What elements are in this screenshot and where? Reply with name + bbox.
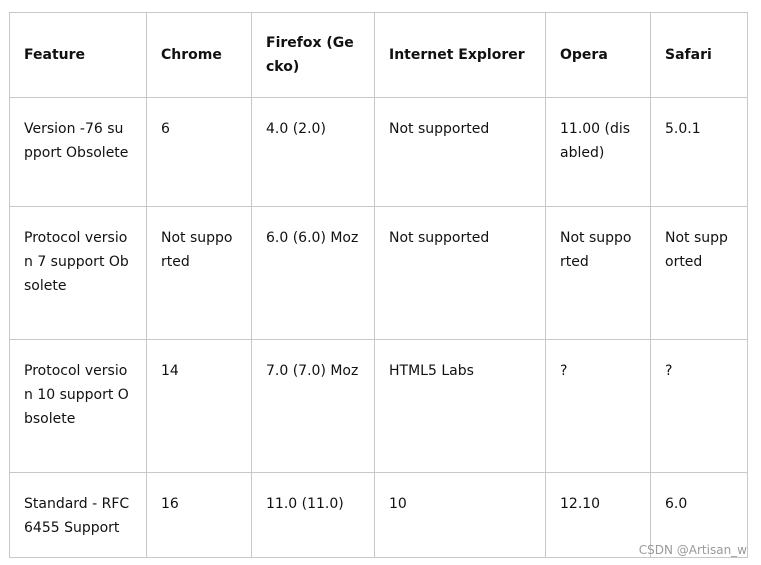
watermark: CSDN @Artisan_w: [638, 543, 747, 557]
header-chrome: Chrome: [146, 12, 252, 98]
table-header-row: Feature Chrome Firefox (Gecko) Internet …: [9, 12, 748, 98]
cell-internet-explorer: 10: [374, 472, 546, 558]
cell-firefox: 6.0 (6.0) Moz: [251, 206, 375, 340]
header-opera: Opera: [545, 12, 651, 98]
cell-safari: ?: [650, 339, 748, 473]
cell-firefox: 11.0 (11.0): [251, 472, 375, 558]
cell-firefox: 7.0 (7.0) Moz: [251, 339, 375, 473]
header-safari: Safari: [650, 12, 748, 98]
cell-internet-explorer: Not supported: [374, 206, 546, 340]
table-row: Standard - RFC 6455 Support 16 11.0 (11.…: [9, 472, 748, 558]
table-row: Protocol version 10 support Obsolete 14 …: [9, 339, 748, 473]
cell-internet-explorer: HTML5 Labs: [374, 339, 546, 473]
cell-opera: 11.00 (disabled): [545, 97, 651, 207]
table-row: Protocol version 7 support Obsolete Not …: [9, 206, 748, 340]
cell-feature: Protocol version 10 support Obsolete: [9, 339, 147, 473]
cell-feature: Protocol version 7 support Obsolete: [9, 206, 147, 340]
cell-chrome: 14: [146, 339, 252, 473]
cell-opera: Not supported: [545, 206, 651, 340]
cell-feature: Version -76 support Obsolete: [9, 97, 147, 207]
cell-opera: ?: [545, 339, 651, 473]
table-row: Version -76 support Obsolete 6 4.0 (2.0)…: [9, 97, 748, 207]
cell-feature: Standard - RFC 6455 Support: [9, 472, 147, 558]
cell-chrome: 6: [146, 97, 252, 207]
header-feature: Feature: [9, 12, 147, 98]
cell-chrome: 16: [146, 472, 252, 558]
cell-safari: Not supported: [650, 206, 748, 340]
header-firefox: Firefox (Gecko): [251, 12, 375, 98]
cell-chrome: Not supported: [146, 206, 252, 340]
cell-firefox: 4.0 (2.0): [251, 97, 375, 207]
cell-opera: 12.10: [545, 472, 651, 558]
cell-internet-explorer: Not supported: [374, 97, 546, 207]
cell-safari: 5.0.1: [650, 97, 748, 207]
header-internet-explorer: Internet Explorer: [374, 12, 546, 98]
browser-compatibility-table: Feature Chrome Firefox (Gecko) Internet …: [9, 12, 748, 558]
